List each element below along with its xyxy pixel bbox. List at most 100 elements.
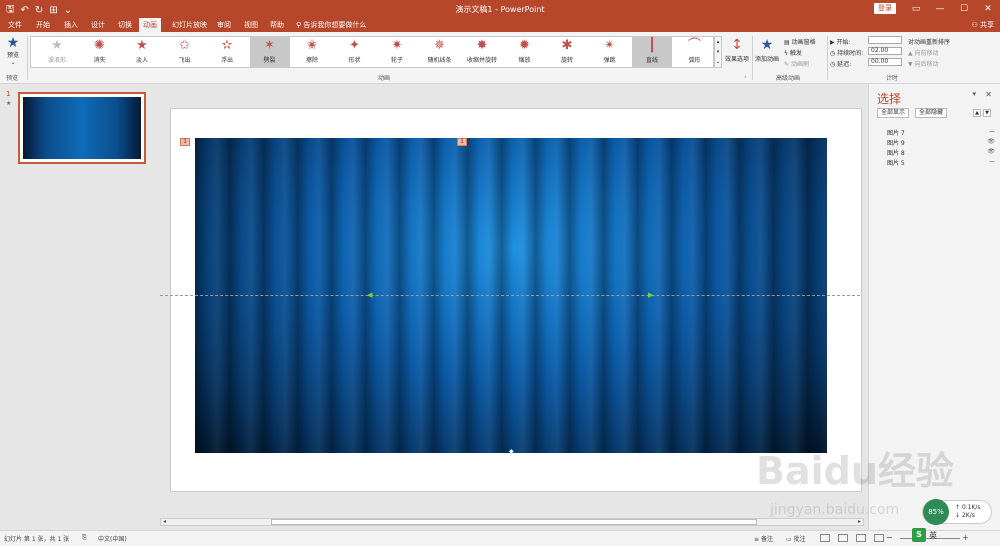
notes-button[interactable]: ≡ 备注 (754, 534, 773, 543)
language-indicator[interactable]: 中文(中国) (98, 534, 127, 543)
move-earlier-button[interactable]: ▲ 向前移动 (908, 48, 939, 57)
tab-design[interactable]: 设计 (87, 18, 109, 32)
gallery-scroll[interactable]: ▴ ▾ ⌄ (714, 36, 722, 68)
show-all-button[interactable]: 全部显示 (877, 108, 910, 118)
tab-slideshow[interactable]: 幻灯片放映 (168, 18, 211, 32)
animation-effect[interactable]: ✵ 随机线条 (420, 37, 460, 67)
ribbon-display-icon[interactable]: ▭ (904, 0, 928, 18)
delay-input[interactable]: 00.00 (868, 58, 902, 66)
status-bar: 幻灯片 第 1 张，共 1 张 ⎘ 中文(中国) ≡ 备注 ▭ 批注 − + (0, 530, 1000, 546)
list-item[interactable]: 图片 8 👁 (887, 148, 995, 157)
ime-toolbar[interactable]: S 英 (912, 528, 937, 542)
animation-effect[interactable]: ✫ 浮出 (207, 37, 247, 67)
start-select[interactable] (868, 36, 902, 44)
resize-handle-icon[interactable]: ◆ (509, 448, 514, 455)
preview-button[interactable]: ★ 预览 ⌄ (2, 36, 24, 66)
animation-effect[interactable]: ✬ 擦除 (292, 37, 332, 67)
animation-star-icon: ┃ (648, 38, 656, 53)
slide-info: 幻灯片 第 1 张，共 1 张 (4, 536, 70, 543)
path-end-marker-icon[interactable]: ▶ (648, 291, 653, 299)
list-item[interactable]: 图片 9 👁 (887, 138, 995, 147)
animation-effect[interactable]: ✸ 收缩并旋转 (462, 37, 502, 67)
ribbon: ★ 预览 ⌄ 预览 ★ 波浪形 ✺ 消失 ★ 淡入 ✩ 飞出 ✫ 浮出 ✶ 劈裂 ✬ 擦除 ✦ 形状 ✷ 轮子 ✵ 随… (0, 32, 1000, 84)
animation-painter-button[interactable]: ✎ 动画刷 (784, 59, 809, 68)
list-item[interactable]: 图片 5— (887, 158, 995, 167)
effect-options-button[interactable]: ↕ 效果选项 (724, 36, 750, 63)
animation-effect[interactable]: ✴ 弹跳 (590, 37, 630, 67)
slide-sorter-icon[interactable] (838, 534, 848, 542)
eye-icon[interactable]: 👁 (987, 148, 995, 155)
ime-language[interactable]: 英 (929, 530, 937, 541)
spellcheck-icon[interactable]: ⎘ (82, 534, 87, 542)
animation-effect[interactable]: ✹ 缩放 (505, 37, 545, 67)
animation-tag[interactable]: 1 (457, 138, 467, 146)
slide[interactable]: 1 1 ◆ (170, 108, 862, 492)
tell-me-search[interactable]: ⚲ 告诉我你想要做什么 (296, 18, 366, 32)
scroll-left-icon[interactable]: ◂ (163, 518, 166, 525)
tab-animations[interactable]: 动画 (139, 18, 161, 32)
animation-effect[interactable]: ✦ 形状 (335, 37, 375, 67)
dialog-launcher-icon[interactable]: ⌟ (744, 73, 746, 79)
animation-effect[interactable]: ★ 淡入 (122, 37, 162, 67)
animation-effect[interactable]: ✱ 旋转 (547, 37, 587, 67)
animation-star-icon: ✷ (391, 38, 403, 53)
visibility-icon[interactable]: — (989, 158, 995, 165)
zoom-out-icon[interactable]: − (886, 533, 893, 542)
reading-view-icon[interactable] (856, 534, 866, 542)
arrow-up-icon: ↑ (955, 504, 962, 511)
move-later-button[interactable]: ▼ 向后移动 (908, 59, 939, 68)
eye-icon[interactable]: 👁 (987, 138, 995, 145)
animation-effect[interactable]: ✷ 轮子 (377, 37, 417, 67)
path-start-marker-icon[interactable]: ◀ (367, 291, 372, 299)
zoom-in-icon[interactable]: + (962, 533, 969, 542)
animation-effect[interactable]: ✶ 劈裂 (249, 37, 290, 67)
send-backward-icon[interactable]: ▼ (983, 109, 991, 117)
network-speed-widget[interactable]: 85% ↑ 0.1K/s ↓ 2K/s (922, 499, 992, 525)
animation-star-icon: ★ (136, 38, 148, 53)
close-icon[interactable]: ✕ (976, 0, 1000, 18)
list-item[interactable]: 图片 7— (887, 128, 995, 137)
tab-help[interactable]: 帮助 (266, 18, 288, 32)
minimize-icon[interactable]: — (928, 0, 952, 18)
tab-review[interactable]: 审阅 (213, 18, 235, 32)
animation-effect[interactable]: ┃ 直线 (632, 37, 672, 67)
share-button[interactable]: ⚇ 共享 (971, 18, 994, 32)
tab-file[interactable]: 文件 (4, 18, 26, 32)
tab-home[interactable]: 开始 (32, 18, 54, 32)
duration-input[interactable]: 02.00 (868, 47, 902, 55)
normal-view-icon[interactable] (820, 534, 830, 542)
scroll-right-icon[interactable]: ▸ (858, 518, 861, 525)
tab-insert[interactable]: 插入 (60, 18, 82, 32)
tab-transitions[interactable]: 切换 (114, 18, 136, 32)
ribbon-divider (752, 36, 753, 80)
close-icon[interactable]: ✕ (985, 90, 992, 99)
animation-pane-icon: ▤ (784, 39, 792, 46)
visibility-icon[interactable]: — (989, 128, 995, 135)
maximize-icon[interactable]: ☐ (952, 0, 976, 18)
hide-all-button[interactable]: 全部隐藏 (915, 108, 948, 118)
animation-star-icon: ✺ (94, 38, 105, 53)
slide-thumbnail[interactable] (18, 92, 146, 164)
add-animation-button[interactable]: ★ 添加动画 (754, 36, 780, 63)
animation-effect[interactable]: ★ 波浪形 (37, 37, 77, 67)
group-label-advanced: 高级动画 (776, 75, 801, 82)
animation-pane-button[interactable]: ▤ 动画窗格 (784, 37, 816, 46)
animation-tag[interactable]: 1 (180, 138, 190, 146)
motion-path-guide (160, 295, 860, 296)
animation-effect[interactable]: ⌒ 弧形 (675, 37, 715, 67)
slideshow-icon[interactable] (874, 534, 884, 542)
bring-forward-icon[interactable]: ▲ (973, 109, 981, 117)
sogou-icon[interactable]: S (912, 528, 926, 542)
scrollbar-thumb[interactable] (271, 519, 757, 525)
tab-view[interactable]: 视图 (240, 18, 262, 32)
animation-effect[interactable]: ✺ 消失 (80, 37, 120, 67)
comments-button[interactable]: ▭ 批注 (786, 534, 806, 543)
pane-options-icon[interactable]: ▾ (972, 90, 976, 98)
animation-effect[interactable]: ✩ 飞出 (165, 37, 205, 67)
horizontal-scrollbar[interactable]: ◂ ▸ (160, 518, 864, 526)
animation-star-icon: ✵ (434, 38, 445, 53)
login-button[interactable]: 登录 (874, 3, 896, 14)
comment-icon: ▭ (786, 536, 794, 543)
person-icon: ⚇ (971, 21, 980, 29)
trigger-button[interactable]: ϟ 触发 (784, 48, 802, 57)
